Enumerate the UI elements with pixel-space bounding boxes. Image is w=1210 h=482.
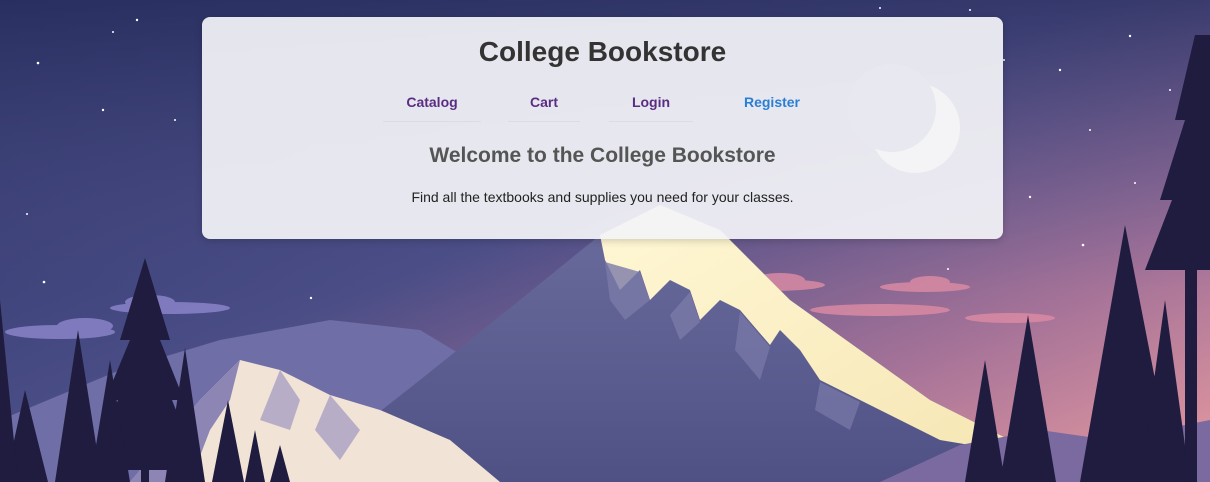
welcome-heading: Welcome to the College Bookstore — [429, 144, 776, 167]
nav-link-login[interactable]: Login — [609, 87, 693, 122]
main-nav: Catalog Cart Login Register — [202, 87, 1003, 123]
nav-link-catalog[interactable]: Catalog — [383, 87, 481, 122]
nav-link-register[interactable]: Register — [727, 87, 817, 122]
welcome-card: College Bookstore Catalog Cart Login Reg… — [202, 17, 1003, 239]
welcome-description: Find all the textbooks and supplies you … — [411, 189, 794, 205]
nav-link-cart[interactable]: Cart — [508, 87, 580, 122]
site-title: College Bookstore — [478, 36, 727, 67]
